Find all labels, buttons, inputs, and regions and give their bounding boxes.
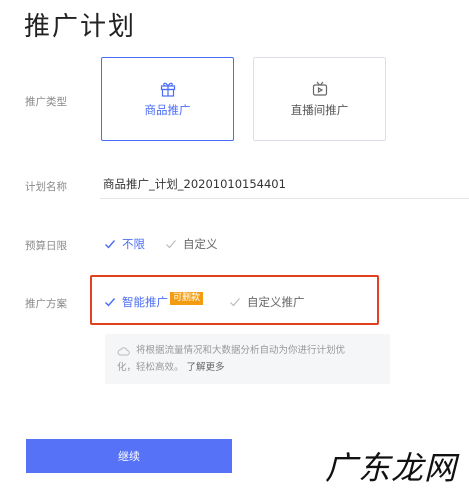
gift-icon xyxy=(160,82,175,97)
plan-name-underline xyxy=(100,198,469,199)
live-room-promotion-label: 直播间推广 xyxy=(290,103,349,117)
budget-label: 预算日限 xyxy=(25,240,67,252)
check-icon xyxy=(105,298,116,307)
live-room-promotion-card[interactable]: 直播间推广 xyxy=(253,57,386,141)
continue-button[interactable]: 继续 xyxy=(26,439,232,473)
plan-name-label: 计划名称 xyxy=(25,181,67,193)
custom-promotion-label: 自定义推广 xyxy=(247,295,305,309)
info-text-line2: 化，轻松高效。 xyxy=(117,362,184,373)
custom-promotion-option[interactable]: 自定义推广 xyxy=(229,294,305,310)
budget-unlimited-label: 不限 xyxy=(122,237,145,251)
check-icon xyxy=(105,240,116,249)
plan-name-input[interactable]: 商品推广_计划_20201010154401 xyxy=(103,176,286,192)
watermark-text: 广东龙网 xyxy=(325,449,458,487)
promotion-type-label: 推广类型 xyxy=(25,96,67,108)
product-promotion-card[interactable]: 商品推广 xyxy=(101,57,234,141)
cloud-icon xyxy=(117,346,130,355)
budget-custom-label: 自定义 xyxy=(183,237,218,251)
scheme-info-box: 将根据流量情况和大数据分析自动为你进行计划优 化，轻松高效。 了解更多 xyxy=(105,334,390,384)
check-icon xyxy=(166,240,176,249)
badge: 可删款 xyxy=(170,291,204,305)
info-text-line1: 将根据流量情况和大数据分析自动为你进行计划优 xyxy=(136,345,346,356)
live-tv-icon xyxy=(312,81,327,96)
smart-promotion-option[interactable]: 智能推广 可删款 xyxy=(104,291,204,310)
product-promotion-label: 商品推广 xyxy=(144,103,191,117)
budget-custom-option[interactable]: 自定义 xyxy=(165,236,218,252)
budget-unlimited-option[interactable]: 不限 xyxy=(104,236,145,252)
smart-promotion-label: 智能推广 xyxy=(122,295,168,309)
check-icon xyxy=(230,298,240,307)
scheme-label: 推广方案 xyxy=(25,298,67,310)
learn-more-link[interactable]: 了解更多 xyxy=(187,362,225,373)
page-title: 推广计划 xyxy=(24,12,137,42)
